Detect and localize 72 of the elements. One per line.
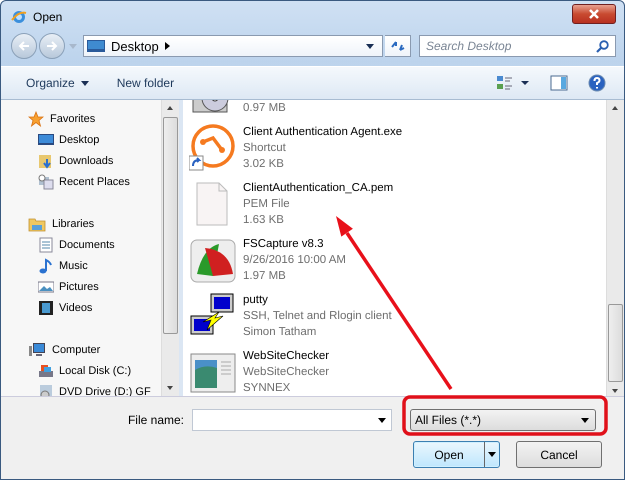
file-item[interactable]: Client Authentication Agent.exe Shortcut 3.02 KB (189, 120, 606, 176)
node-ring-icon (189, 124, 237, 172)
file-detail: SYNNEX (243, 381, 292, 396)
window-title: Open (33, 10, 64, 24)
caret-icon (378, 418, 386, 422)
monitor-icon (38, 132, 54, 148)
file-name: ClientAuthentication_CA.pem (243, 181, 394, 196)
file-detail: PEM File (243, 197, 291, 212)
globe-icon (11, 9, 27, 25)
nav-item[interactable]: Desktop (28, 129, 161, 150)
file-detail: 0.97 MB (243, 101, 286, 116)
back-button[interactable] (11, 33, 37, 59)
file-item[interactable]: 0.97 MB (189, 100, 606, 120)
file-item[interactable]: FSCapture v8.3 9/26/2016 10:00 AM 1.97 MB (189, 232, 606, 288)
nav-item[interactable]: Recent Places (28, 171, 161, 192)
nav-item[interactable]: Pictures (28, 276, 161, 297)
file-detail: 3.02 KB (243, 157, 285, 172)
computer-icon (28, 342, 46, 358)
caret-icon (581, 418, 589, 422)
image-icon (38, 278, 54, 294)
nav-group[interactable]: Computer (28, 339, 161, 360)
file-item[interactable]: ClientAuthentication_CA.pem PEM File 1.63 KB (189, 176, 606, 232)
star-icon (28, 110, 44, 126)
file-detail: 9/26/2016 10:00 AM (243, 253, 346, 268)
drive-icon (38, 362, 54, 378)
dropdown-arrow-icon[interactable] (366, 44, 374, 48)
chevron-icon (164, 42, 170, 50)
file-name: FSCapture v8.3 (243, 237, 325, 252)
new-folder-button[interactable]: New folder (110, 73, 182, 93)
file-name: Client Authentication Agent.exe (243, 125, 402, 140)
folder-icon (38, 152, 54, 168)
file-name: WebSiteChecker (243, 349, 330, 364)
file-detail: 1.97 MB (243, 269, 287, 284)
nav-group[interactable]: Libraries (28, 213, 161, 234)
file-detail: Shortcut (243, 141, 287, 156)
file-item[interactable]: putty SSH, Telnet and Rlogin client Simon Tatham (189, 288, 606, 344)
search-icon (596, 40, 609, 53)
close-icon (588, 9, 600, 19)
close-button[interactable] (572, 4, 616, 24)
music-note-icon (38, 258, 54, 274)
film-icon (38, 300, 54, 316)
file-detail: Simon Tatham (243, 325, 318, 340)
scrollbar[interactable] (161, 100, 179, 396)
monitor-icon (87, 39, 105, 53)
file-name: putty (243, 293, 269, 308)
address-bar[interactable]: Desktop (83, 35, 383, 57)
nav-item[interactable]: Music (28, 255, 161, 276)
back-arrow-icon (17, 40, 31, 52)
organize-button[interactable]: Organize (19, 73, 96, 93)
nav-item[interactable]: Videos (28, 297, 161, 318)
caret-icon (488, 452, 496, 457)
refresh-icon (390, 39, 406, 53)
nav-item[interactable]: Local Disk (C:) (28, 360, 161, 381)
forward-button[interactable] (39, 33, 65, 59)
nav-item[interactable]: Documents (28, 234, 161, 255)
file-detail: WebSiteChecker (243, 365, 330, 380)
search-field[interactable]: Search Desktop (419, 35, 616, 57)
file-detail: 1.63 KB (243, 213, 285, 228)
file-type-dropdown[interactable]: All Files (*.*) (410, 409, 596, 431)
folder-icon (28, 216, 46, 232)
file-detail: SSH, Telnet and Rlogin client (243, 309, 392, 324)
caret-icon (80, 80, 89, 86)
cancel-button[interactable]: Cancel (516, 441, 602, 468)
forward-arrow-icon (45, 40, 59, 52)
nav-item[interactable]: Downloads (28, 150, 161, 171)
file-name-field[interactable] (192, 409, 392, 431)
file-item[interactable]: WebSiteChecker WebSiteChecker SYNNEX (189, 344, 606, 396)
nav-group[interactable]: Favorites (28, 108, 161, 129)
refresh-button[interactable] (385, 35, 411, 57)
scrollbar[interactable] (606, 100, 624, 396)
address-text: Desktop (111, 38, 159, 54)
file-name-label: File name: (128, 413, 184, 427)
